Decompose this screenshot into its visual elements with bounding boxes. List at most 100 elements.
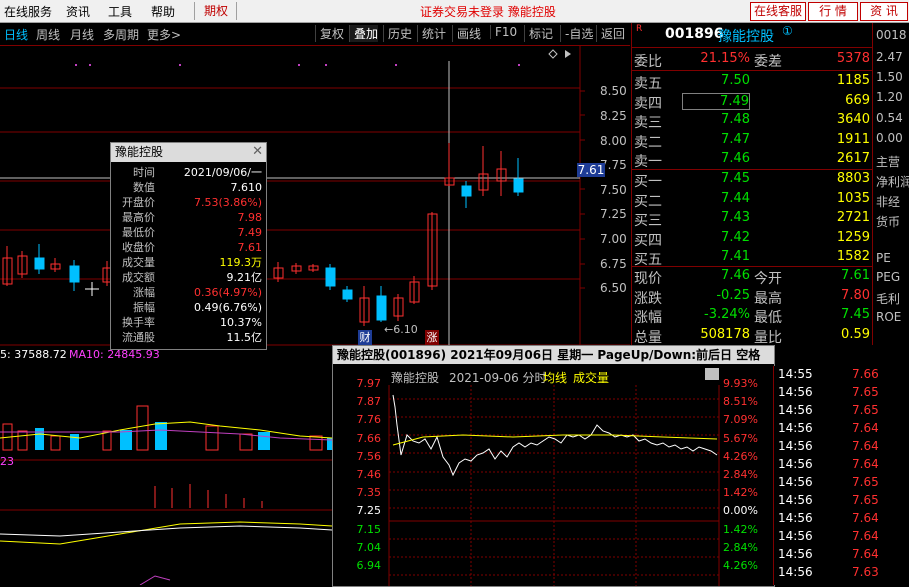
tick-time: 14:56: [778, 493, 813, 507]
bid-volume: 1259: [836, 229, 870, 245]
tooltip-row: 流通股 11.5亿: [111, 330, 266, 345]
tool-mark[interactable]: 标记: [524, 25, 553, 42]
tooltip-value: 0.36(4.97%): [193, 286, 262, 299]
tooltip-key: 流通股: [122, 331, 155, 344]
current-price-tag: 7.61: [577, 163, 605, 177]
weicha-value: 5378: [836, 51, 870, 66]
stat-value: 7.80: [841, 287, 870, 303]
close-icon[interactable]: ✕: [252, 144, 263, 159]
intraday-chart[interactable]: [333, 365, 774, 586]
online-support-button[interactable]: 在线客服: [750, 2, 806, 21]
bid-volume: 1035: [836, 190, 870, 206]
tooltip-key: 开盘价: [122, 196, 155, 209]
intraday-percent-label: 1.42%: [723, 486, 758, 500]
intraday-percent-label: 0.00%: [723, 504, 758, 518]
ask-row[interactable]: 卖一 7.46 2617: [632, 151, 872, 171]
financial-report-marker[interactable]: 财: [358, 330, 372, 345]
tool-f10[interactable]: F10: [490, 25, 517, 39]
tooltip-value: 11.5亿: [226, 331, 263, 344]
tool-adjust[interactable]: 复权: [315, 25, 344, 42]
bid-row[interactable]: 买四 7.42 1259: [632, 230, 872, 250]
tool-watchlist[interactable]: -自选: [560, 25, 593, 42]
menu-help[interactable]: 帮助: [151, 3, 175, 20]
stat-label: 最高: [754, 290, 782, 307]
tooltip-row: 成交量 119.3万: [111, 255, 266, 270]
price-label: 7.50: [600, 183, 627, 197]
tooltip-value: 10.37%: [220, 316, 262, 329]
menu-online-service[interactable]: 在线服务: [4, 3, 52, 20]
finance-info-item: 0.00: [876, 131, 903, 145]
bid-row[interactable]: 买一 7.45 8803: [632, 171, 872, 191]
stat-value: -3.24%: [704, 307, 750, 322]
tooltip-key: 数值: [133, 181, 155, 194]
ask-label: 卖四: [634, 95, 662, 112]
bid-row[interactable]: 买三 7.43 2721: [632, 210, 872, 230]
tooltip-row: 开盘价 7.53(3.86%): [111, 195, 266, 210]
tick-time: 14:56: [778, 529, 813, 543]
tool-back[interactable]: 返回: [596, 25, 625, 42]
tool-draw[interactable]: 画线: [452, 25, 481, 42]
login-status: 证券交易未登录 豫能控股: [420, 5, 556, 19]
period-multi[interactable]: 多周期: [103, 26, 139, 43]
stock-name[interactable]: 豫能控股: [718, 26, 774, 46]
weibi-label: 委比: [634, 54, 662, 70]
tick-list[interactable]: 14:55 7.66 14:56 7.65 14:56 7.65 14:56 7.64 14:5…: [773, 366, 909, 585]
tick-price: 7.64: [852, 511, 879, 525]
tooltip-key: 振幅: [133, 301, 155, 314]
tick-price: 7.64: [852, 439, 879, 453]
ma5-label: 5: 37588.72: [0, 348, 67, 361]
tick-row: 14:56 7.65: [774, 403, 909, 421]
price-label: 6.75: [600, 257, 627, 271]
finance-info-item: PEG: [876, 270, 901, 284]
ask-volume: 1911: [836, 131, 870, 147]
weicha-label: 委差: [754, 54, 782, 70]
ask-row[interactable]: 卖三 7.48 3640: [632, 112, 872, 132]
tooltip-value: 9.21亿: [226, 271, 263, 284]
intraday-price-label: 7.25: [356, 504, 382, 518]
intraday-price-label: 7.66: [356, 431, 382, 445]
bid-volume: 8803: [836, 171, 870, 186]
tool-stats[interactable]: 统计: [417, 25, 446, 42]
tool-overlay[interactable]: 叠加: [349, 25, 379, 42]
bid-volume: 2721: [836, 210, 870, 225]
intraday-window: 豫能控股(001896) 2021年09月06日 星期一 PageUp/Down…: [332, 345, 775, 587]
intraday-price-axis: 7.97 7.87 7.76 7.66 7.56 7.46 7.35 7.25 7.15 7.04…: [333, 365, 387, 586]
tooltip-row: 数值 7.610: [111, 180, 266, 195]
finance-info-item: 0018: [876, 28, 907, 42]
finance-info-column: 0018 2.47 1.50 1.20 0.54 0.00 主营 净利润 非经 货币 PE PEG 毛利…: [872, 23, 909, 345]
menu-options[interactable]: 期权: [199, 2, 233, 20]
tooltip-key: 成交额: [122, 271, 155, 284]
menu-tools[interactable]: 工具: [108, 3, 132, 20]
intraday-percent-label: 1.42%: [723, 522, 758, 536]
period-weekly[interactable]: 周线: [36, 26, 60, 43]
arrow-right-icon[interactable]: [565, 50, 571, 58]
tick-row: 14:56 7.63: [774, 565, 909, 583]
r-mark: R: [636, 24, 643, 34]
ask-price: 7.47: [721, 131, 750, 147]
intraday-percent-label: 8.51%: [723, 395, 758, 409]
period-monthly[interactable]: 月线: [70, 26, 94, 43]
info-button[interactable]: 资 讯: [860, 2, 908, 21]
finance-info-item: 毛利: [876, 292, 901, 306]
tick-row: 14:56 7.64: [774, 529, 909, 547]
menu-news[interactable]: 资讯: [66, 3, 90, 20]
limit-up-marker[interactable]: 涨: [425, 330, 439, 345]
intraday-price-label: 7.76: [356, 413, 382, 427]
bid-row[interactable]: 买二 7.44 1035: [632, 191, 872, 211]
tick-row: 14:56 7.65: [774, 475, 909, 493]
ask-row[interactable]: 卖五 7.50 1185: [632, 73, 872, 93]
quotes-button[interactable]: 行 情: [808, 2, 858, 21]
period-more[interactable]: 更多>: [147, 26, 181, 43]
ask-row[interactable]: 卖四 7.49 669: [632, 92, 872, 113]
finance-info-item: 货币: [876, 215, 901, 229]
tooltip-row: 最高价 7.98: [111, 210, 266, 225]
stat-value: -0.25: [716, 287, 750, 303]
ask-row[interactable]: 卖二 7.47 1911: [632, 132, 872, 152]
intraday-price-label: 7.04: [356, 540, 382, 554]
period-daily[interactable]: 日线: [4, 26, 28, 43]
tool-history[interactable]: 历史: [383, 25, 412, 42]
stats-row: 现价 7.46 今开 7.61: [632, 268, 872, 288]
tick-row: 14:56 7.65: [774, 385, 909, 403]
tick-price: 7.66: [852, 367, 879, 381]
bid-price: 7.43: [721, 210, 750, 225]
